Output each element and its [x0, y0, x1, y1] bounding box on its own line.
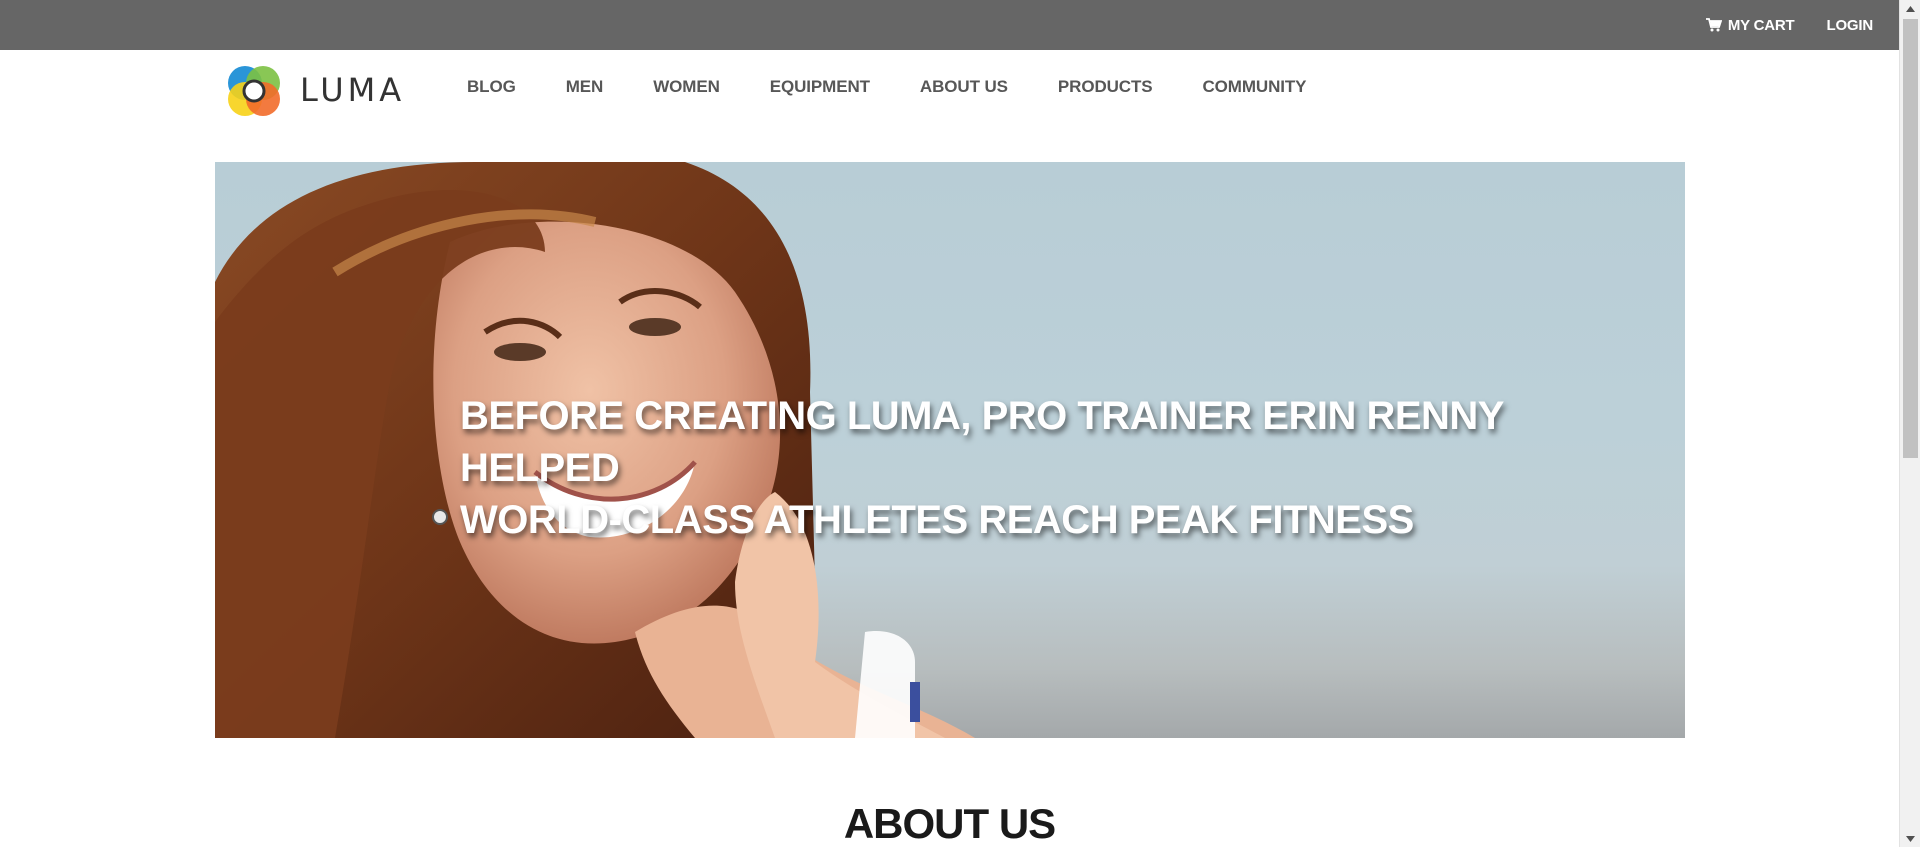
scroll-up-arrow-icon	[1906, 5, 1915, 12]
my-cart-label: MY CART	[1727, 16, 1795, 34]
hero-banner: BEFORE CREATING LUMA, PRO TRAINER ERIN R…	[215, 162, 1685, 738]
nav-item-products[interactable]: PRODUCTS	[1058, 77, 1153, 97]
scroll-up-button[interactable]	[1900, 0, 1920, 17]
login-link[interactable]: LOGIN	[1827, 17, 1874, 34]
site-header: LUMA BLOG MEN WOMEN EQUIPMENT ABOUT US P…	[0, 50, 1899, 162]
top-links: MY CART LOGIN	[1705, 0, 1874, 50]
about-us-heading: ABOUT US	[843, 800, 1056, 847]
vertical-scrollbar[interactable]	[1899, 0, 1920, 847]
nav-item-community[interactable]: COMMUNITY	[1203, 77, 1307, 97]
luma-logo-icon	[228, 66, 280, 116]
main-nav: BLOG MEN WOMEN EQUIPMENT ABOUT US PRODUC…	[467, 75, 1307, 99]
scroll-down-button[interactable]	[1900, 830, 1920, 847]
my-cart-link[interactable]: MY CART	[1705, 16, 1795, 34]
scroll-down-arrow-icon	[1906, 835, 1915, 842]
scroll-thumb[interactable]	[1903, 19, 1918, 458]
hero-headline-line-1: BEFORE CREATING LUMA, PRO TRAINER ERIN R…	[460, 394, 1504, 490]
nav-item-women[interactable]: WOMEN	[653, 77, 720, 97]
nav-item-men[interactable]: MEN	[566, 77, 604, 97]
luma-logo[interactable]: LUMA	[224, 60, 405, 120]
logo-text: LUMA	[300, 71, 406, 109]
top-utility-bar: MY CART LOGIN	[0, 0, 1899, 50]
cart-icon	[1705, 18, 1722, 32]
hero-headline: BEFORE CREATING LUMA, PRO TRAINER ERIN R…	[460, 390, 1660, 546]
nav-item-equipment[interactable]: EQUIPMENT	[770, 77, 870, 97]
nav-item-blog[interactable]: BLOG	[467, 77, 516, 97]
hero-headline-line-2: WORLD-CLASS ATHLETES REACH PEAK FITNESS	[460, 498, 1414, 542]
nav-item-about-us[interactable]: ABOUT US	[920, 77, 1008, 97]
